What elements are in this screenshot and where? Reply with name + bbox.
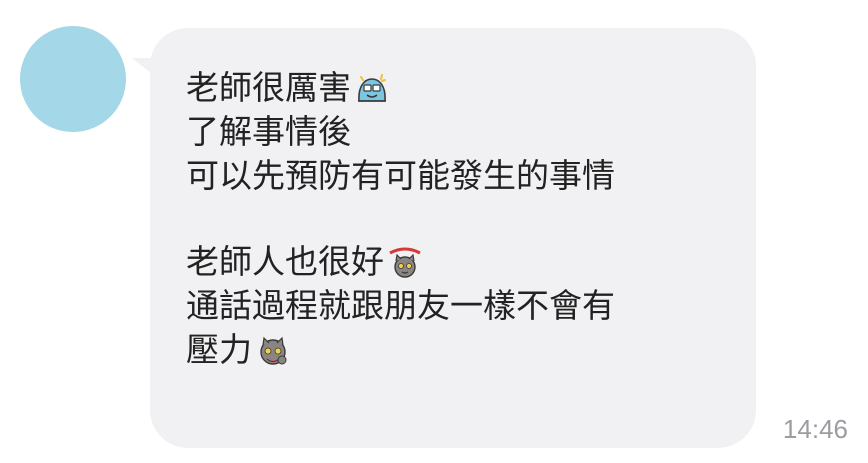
message-line: 老師很厲害 <box>186 66 726 110</box>
sender-avatar[interactable] <box>20 26 126 132</box>
message-text: 了解事情後 <box>186 112 351 151</box>
message-text: 通話過程就跟朋友一樣不會有 <box>186 286 615 325</box>
message-text: 老師很厲害 <box>186 68 351 107</box>
bravo-cat-emoji-icon <box>388 245 422 279</box>
message-text: 老師人也很好 <box>186 242 384 281</box>
message-timestamp: 14:46 <box>782 414 848 444</box>
message-line: 了解事情後 <box>186 110 726 154</box>
shy-cat-emoji-icon <box>256 333 290 367</box>
message-text: 可以先預防有可能發生的事情 <box>186 156 615 195</box>
message-line: 老師人也很好 <box>186 240 726 284</box>
excited-blob-emoji-icon <box>355 71 389 105</box>
message-line: 通話過程就跟朋友一樣不會有 <box>186 284 726 328</box>
message-bubble[interactable]: 老師很厲害 了解事情後 可以先預防有可能發生的事情 老師人也很好 通話過程就跟朋… <box>150 28 756 448</box>
message-line: 可以先預防有可能發生的事情 <box>186 154 726 198</box>
chat-message-row: 老師很厲害 了解事情後 可以先預防有可能發生的事情 老師人也很好 通話過程就跟朋… <box>0 0 868 463</box>
message-line: 壓力 <box>186 328 726 372</box>
message-text: 壓力 <box>186 330 252 369</box>
